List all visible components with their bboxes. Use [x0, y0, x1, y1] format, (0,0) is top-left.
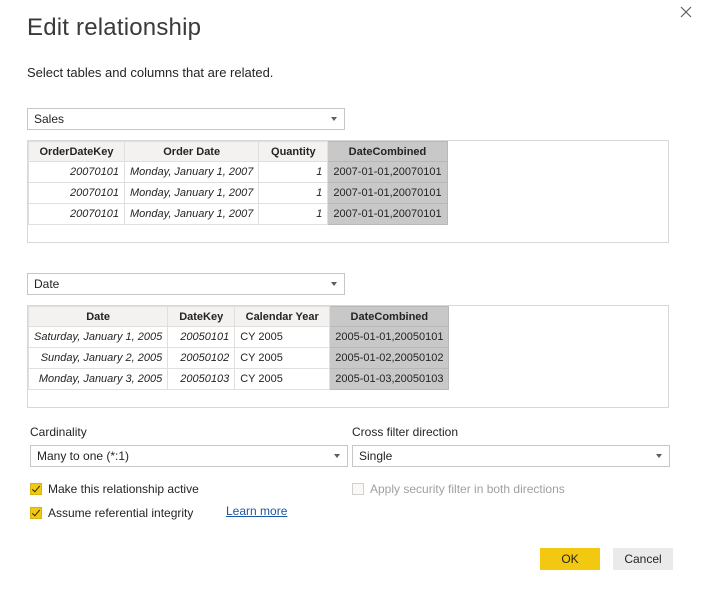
cardinality-label: Cardinality: [30, 425, 87, 439]
cardinality-select[interactable]: Many to one (*:1): [30, 445, 348, 467]
integrity-checkbox[interactable]: [30, 506, 42, 519]
table-cell: 20070101: [28, 161, 125, 183]
table-row: Sunday, January 2, 2005 20050102 CY 2005…: [27, 347, 450, 369]
security-checkbox-label: Apply security filter in both directions: [370, 481, 565, 496]
cancel-button[interactable]: Cancel: [613, 548, 673, 570]
table-cell: 2007-01-01,20070101: [327, 203, 448, 225]
table-cell: Monday, January 1, 2007: [123, 182, 260, 204]
table2-grid: Date DateKey Calendar Year DateCombined …: [27, 306, 450, 390]
table1-select-value: Sales: [34, 112, 65, 126]
table-cell: 20050102: [167, 347, 236, 369]
table1-header-orderdatekey[interactable]: OrderDateKey: [28, 141, 125, 162]
chevron-down-icon: [331, 282, 337, 286]
table-cell: CY 2005: [234, 326, 331, 348]
table-cell: 2007-01-01,20070101: [327, 161, 448, 183]
table1-header-orderdate[interactable]: Order Date: [123, 141, 260, 162]
table-cell: 2005-01-01,20050101: [329, 326, 450, 348]
table-cell: 1: [258, 203, 329, 225]
table2-header-calendaryear[interactable]: Calendar Year: [234, 306, 331, 327]
table2-header-datecombined[interactable]: DateCombined: [329, 306, 450, 327]
integrity-checkbox-label: Assume referential integrity: [48, 505, 194, 520]
table-cell: 1: [258, 182, 329, 204]
integrity-option[interactable]: Assume referential integrity: [30, 504, 193, 522]
table1-preview: OrderDateKey Order Date Quantity DateCom…: [27, 140, 669, 243]
cross-filter-select-value: Single: [359, 449, 393, 463]
table-cell: 20050101: [167, 326, 236, 348]
table-cell: 20050103: [167, 368, 236, 390]
chevron-down-icon: [656, 454, 662, 458]
active-checkbox-label: Make this relationship active: [48, 481, 199, 496]
security-checkbox: [352, 482, 364, 495]
table2-select-value: Date: [34, 277, 60, 291]
table-row: 20070101 Monday, January 1, 2007 1 2007-…: [28, 203, 448, 225]
table-cell: Saturday, January 1, 2005: [27, 326, 169, 348]
security-option: Apply security filter in both directions: [352, 480, 565, 498]
table-cell: Sunday, January 2, 2005: [27, 347, 169, 369]
close-icon[interactable]: [678, 4, 694, 20]
table-cell: 2005-01-03,20050103: [329, 368, 450, 390]
table-row: Monday, January 3, 2005 20050103 CY 2005…: [27, 368, 450, 390]
chevron-down-icon: [334, 454, 340, 458]
cross-filter-label: Cross filter direction: [352, 425, 459, 439]
table-cell: Monday, January 1, 2007: [123, 203, 260, 225]
table-row: Saturday, January 1, 2005 20050101 CY 20…: [27, 326, 450, 348]
cardinality-select-value: Many to one (*:1): [37, 449, 130, 463]
table1-header-datecombined[interactable]: DateCombined: [327, 141, 448, 162]
ok-button[interactable]: OK: [540, 548, 600, 570]
table1-grid: OrderDateKey Order Date Quantity DateCom…: [28, 141, 448, 225]
table-cell: 2007-01-01,20070101: [327, 182, 448, 204]
table1-header-quantity[interactable]: Quantity: [258, 141, 329, 162]
table2-select[interactable]: Date: [27, 273, 345, 295]
table-cell: CY 2005: [234, 347, 331, 369]
table-row: 20070101 Monday, January 1, 2007 1 2007-…: [28, 182, 448, 204]
table2-preview: Date DateKey Calendar Year DateCombined …: [27, 305, 669, 408]
table-cell: 20070101: [28, 203, 125, 225]
cross-filter-select[interactable]: Single: [352, 445, 670, 467]
dialog-title: Edit relationship: [27, 14, 202, 41]
learn-more-link[interactable]: Learn more: [226, 504, 287, 518]
table-cell: Monday, January 1, 2007: [123, 161, 260, 183]
dialog-subtitle: Select tables and columns that are relat…: [27, 65, 274, 80]
active-checkbox[interactable]: [30, 482, 42, 495]
table2-header-datekey[interactable]: DateKey: [167, 306, 236, 327]
table2-header-date[interactable]: Date: [27, 306, 169, 327]
table-cell: 1: [258, 161, 329, 183]
chevron-down-icon: [331, 117, 337, 121]
active-option[interactable]: Make this relationship active: [30, 480, 199, 498]
table1-select[interactable]: Sales: [27, 108, 345, 130]
table-cell: Monday, January 3, 2005: [27, 368, 169, 390]
table-cell: 20070101: [28, 182, 125, 204]
table-row: 20070101 Monday, January 1, 2007 1 2007-…: [28, 161, 448, 183]
table-cell: CY 2005: [234, 368, 331, 390]
table-cell: 2005-01-02,20050102: [329, 347, 450, 369]
